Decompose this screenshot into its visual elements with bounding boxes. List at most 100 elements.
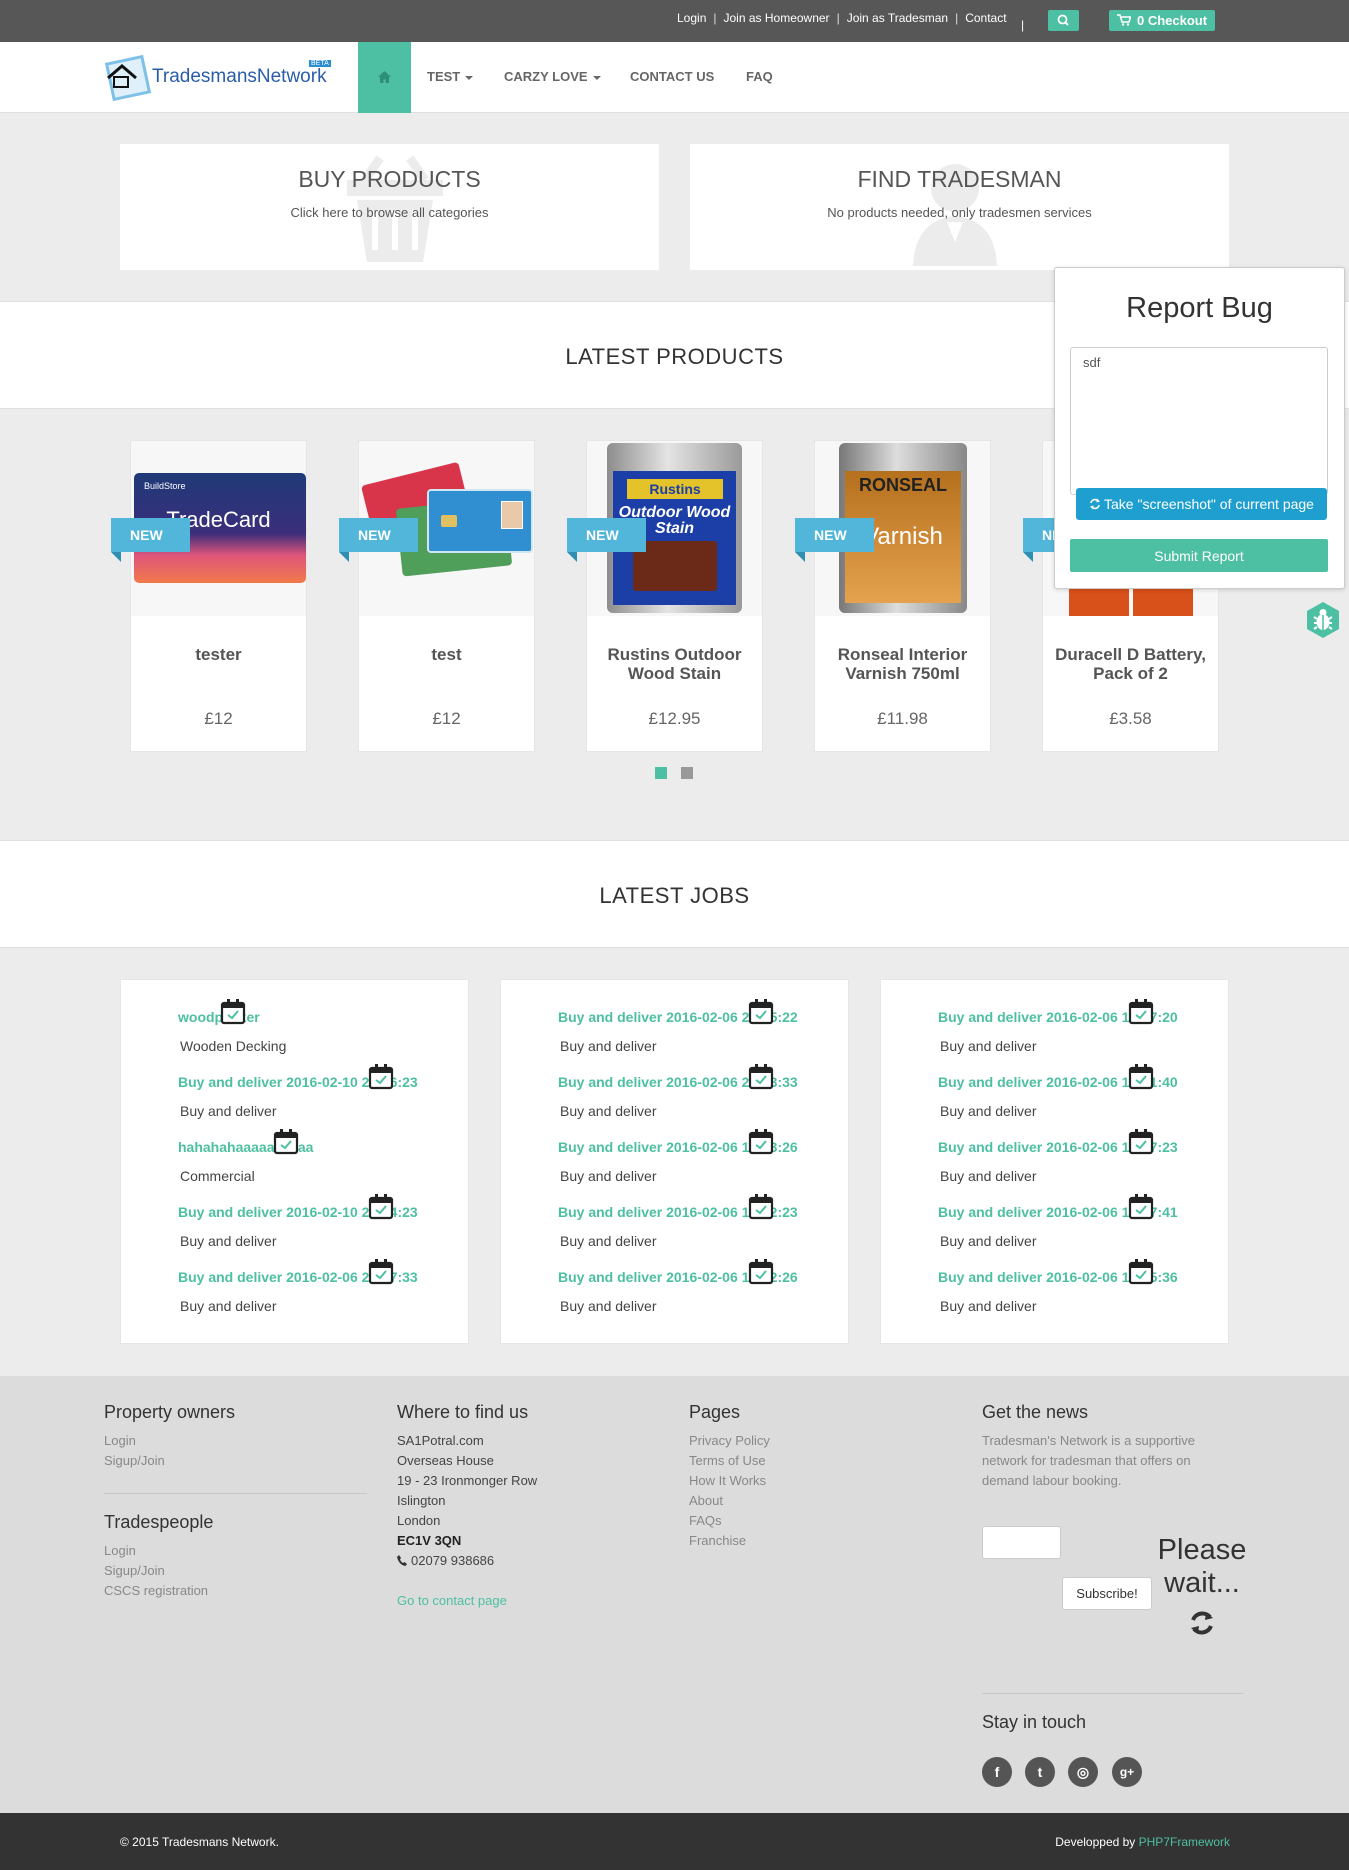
divider bbox=[104, 1493, 367, 1494]
top-links: Login | Join as Homeowner | Join as Tradesma… bbox=[677, 11, 1007, 25]
new-badge: NEW bbox=[339, 518, 418, 562]
join-homeowner-link[interactable]: Join as Homeowner bbox=[724, 11, 830, 25]
phone-number: 02079 938686 bbox=[411, 1553, 495, 1568]
search-icon bbox=[1057, 14, 1069, 26]
nav-carzy-love[interactable]: CARZY LOVE bbox=[504, 69, 601, 84]
logo-house-icon bbox=[104, 54, 152, 102]
product-price: £12.95 bbox=[648, 709, 701, 728]
bug-icon bbox=[1307, 602, 1339, 638]
footer-link[interactable]: About bbox=[689, 1491, 770, 1511]
bug-description-field[interactable]: sdf bbox=[1070, 347, 1328, 495]
latest-jobs-header: LATEST JOBS bbox=[0, 840, 1349, 948]
caret-down-icon bbox=[465, 75, 474, 80]
product-name: Ronseal Interior Varnish 750ml bbox=[837, 645, 968, 683]
news-text: network for tradesman that offers on bbox=[982, 1453, 1191, 1468]
take-screenshot-button[interactable]: Take "screenshot" of current page bbox=[1076, 488, 1327, 520]
separator: | bbox=[713, 11, 717, 25]
footer-heading: Where to find us bbox=[397, 1402, 529, 1422]
footer-link[interactable]: Franchise bbox=[689, 1531, 770, 1551]
twitter-icon[interactable]: t bbox=[1025, 1757, 1055, 1787]
contact-link[interactable]: Contact bbox=[965, 11, 1006, 25]
developer-credit: Developped by PHP7Framework bbox=[1055, 1835, 1230, 1849]
news-text: Tradesman's Network is a supportive bbox=[982, 1433, 1195, 1448]
footer-link[interactable]: Terms of Use bbox=[689, 1451, 770, 1471]
checkout-button[interactable]: 0 Checkout bbox=[1109, 10, 1215, 31]
refresh-icon bbox=[1090, 498, 1101, 510]
job-description: Buy and deliver bbox=[560, 1168, 657, 1184]
buy-products-subtitle: Click here to browse all categories bbox=[290, 205, 489, 220]
nav-test[interactable]: TEST bbox=[427, 69, 474, 84]
product-name: test bbox=[431, 645, 462, 664]
job-description: Buy and deliver bbox=[560, 1233, 657, 1249]
calendar-icon bbox=[748, 999, 774, 1025]
footer-heading: Property owners bbox=[104, 1402, 236, 1422]
refresh-spinner-icon bbox=[1191, 1611, 1213, 1635]
newsletter-email-input[interactable] bbox=[982, 1526, 1061, 1559]
footer-link[interactable]: Sigup/Join bbox=[104, 1451, 235, 1471]
product-card[interactable]: RONSEAL Varnish Ronseal Interior Varnish… bbox=[814, 440, 991, 752]
carousel-dot-2[interactable] bbox=[681, 767, 693, 779]
product-name: Duracell D Battery, Pack of 2 bbox=[1055, 645, 1206, 683]
footer-heading: Pages bbox=[689, 1402, 741, 1422]
nav-faq[interactable]: FAQ bbox=[746, 69, 773, 84]
jobs-column-1: woodpecker Wooden Decking Buy and delive… bbox=[120, 979, 469, 1344]
footer-link[interactable]: FAQs bbox=[689, 1511, 770, 1531]
caret-down-icon bbox=[592, 75, 601, 80]
job-description: Buy and deliver bbox=[560, 1298, 657, 1314]
product-card[interactable]: Rustins Outdoor Wood Stain Rustins Outdo… bbox=[586, 440, 763, 752]
instagram-icon[interactable]: ◎ bbox=[1068, 1757, 1098, 1787]
submit-report-button[interactable]: Submit Report bbox=[1070, 539, 1328, 572]
footer-pages: Pages Privacy Policy Terms of Use How It… bbox=[689, 1402, 770, 1551]
join-tradesman-link[interactable]: Join as Tradesman bbox=[847, 11, 948, 25]
report-bug-panel: Report Bug sdf Take "screenshot" of curr… bbox=[1054, 267, 1345, 589]
job-description: Buy and deliver bbox=[560, 1038, 657, 1054]
divider bbox=[982, 1693, 1244, 1694]
calendar-icon bbox=[1128, 999, 1154, 1025]
job-description: Buy and deliver bbox=[940, 1103, 1037, 1119]
nav-home-button[interactable] bbox=[358, 42, 411, 113]
calendar-icon bbox=[368, 1194, 394, 1220]
nav-contact-us[interactable]: CONTACT US bbox=[630, 69, 714, 84]
subscribe-button[interactable]: Subscribe! bbox=[1062, 1577, 1152, 1610]
footer-link[interactable]: Login bbox=[104, 1541, 213, 1561]
calendar-icon bbox=[273, 1129, 299, 1155]
loading-overlay: Please wait... bbox=[1142, 1534, 1262, 1646]
top-pipe: | bbox=[1021, 18, 1025, 32]
calendar-icon bbox=[748, 1129, 774, 1155]
footer-link[interactable]: Sigup/Join bbox=[104, 1561, 213, 1581]
footer-heading: Get the news bbox=[982, 1402, 1089, 1422]
job-description: Buy and deliver bbox=[560, 1103, 657, 1119]
footer-link[interactable]: Login bbox=[104, 1431, 235, 1451]
top-bar: Login | Join as Homeowner | Join as Tradesma… bbox=[0, 0, 1349, 42]
address-line: Islington bbox=[397, 1493, 446, 1508]
loading-text: Please bbox=[1157, 1534, 1247, 1566]
job-description: Buy and deliver bbox=[940, 1038, 1037, 1054]
contact-page-link[interactable]: Go to contact page bbox=[397, 1591, 537, 1611]
loading-text: wait... bbox=[1164, 1567, 1240, 1599]
facebook-icon[interactable]: f bbox=[982, 1757, 1012, 1787]
latest-jobs-heading: LATEST JOBS bbox=[599, 883, 750, 908]
footer-link[interactable]: Privacy Policy bbox=[689, 1431, 770, 1451]
google-plus-icon[interactable]: g+ bbox=[1112, 1757, 1142, 1787]
product-price: £12 bbox=[204, 709, 233, 728]
footer-heading: Tradespeople bbox=[104, 1512, 214, 1532]
calendar-icon bbox=[368, 1064, 394, 1090]
product-name: Rustins Outdoor Wood Stain bbox=[607, 645, 742, 683]
job-description: Commercial bbox=[180, 1168, 255, 1184]
bug-report-toggle[interactable] bbox=[1304, 601, 1342, 639]
footer-link[interactable]: CSCS registration bbox=[104, 1581, 213, 1601]
site-logo[interactable]: TradesmansNetwork BETA bbox=[104, 52, 334, 104]
buy-products-box[interactable]: BUY PRODUCTS Click here to browse all ca… bbox=[120, 144, 659, 270]
report-bug-title: Report Bug bbox=[1126, 292, 1273, 324]
product-card[interactable]: test £12 bbox=[358, 440, 535, 752]
news-text: demand labour booking. bbox=[982, 1473, 1122, 1488]
search-button[interactable] bbox=[1048, 10, 1079, 31]
developer-link[interactable]: PHP7Framework bbox=[1139, 1835, 1230, 1849]
product-card[interactable]: BuildStore TradeCard tester £12 bbox=[130, 440, 307, 752]
footer-link[interactable]: How It Works bbox=[689, 1471, 770, 1491]
find-tradesman-box[interactable]: FIND TRADESMAN No products needed, only … bbox=[690, 144, 1229, 270]
login-link[interactable]: Login bbox=[677, 11, 706, 25]
carousel-dot-1[interactable] bbox=[655, 767, 667, 779]
main-navbar: TradesmansNetwork BETA TEST CARZY LOVE C… bbox=[0, 42, 1349, 113]
job-description: Buy and deliver bbox=[180, 1103, 277, 1119]
